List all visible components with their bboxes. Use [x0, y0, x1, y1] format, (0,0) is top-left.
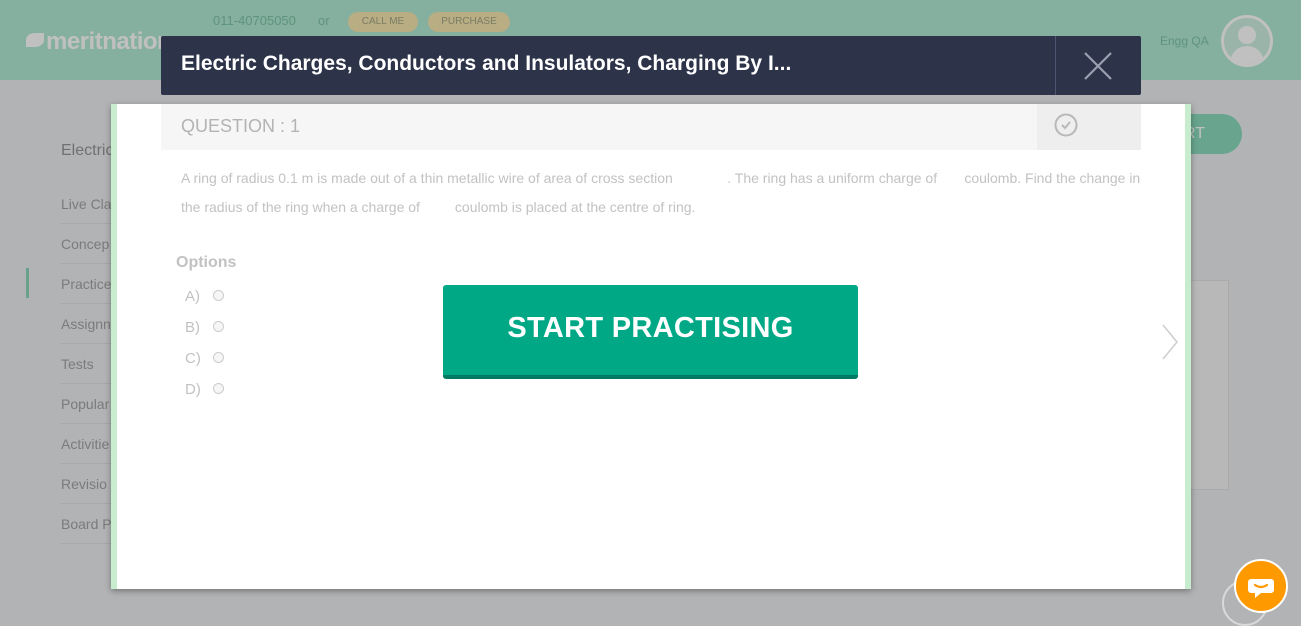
- question-header: QUESTION : 1: [161, 104, 1141, 150]
- option-label: A): [185, 288, 200, 305]
- close-icon: [1084, 52, 1112, 80]
- close-button[interactable]: [1056, 36, 1141, 95]
- radio-button[interactable]: [213, 290, 224, 301]
- option-b[interactable]: B): [185, 319, 224, 336]
- chevron-right-icon[interactable]: [1160, 322, 1180, 370]
- option-label: B): [185, 319, 200, 336]
- radio-button[interactable]: [213, 321, 224, 332]
- dialog-header: Electric Charges, Conductors and Insulat…: [161, 36, 1141, 95]
- option-label: D): [185, 381, 201, 398]
- option-c[interactable]: C): [185, 350, 224, 367]
- question-text: A ring of radius 0.1 m is made out of a …: [181, 170, 1145, 215]
- timer: [1037, 104, 1141, 150]
- chat-icon: [1248, 579, 1274, 598]
- option-d[interactable]: D): [185, 381, 224, 398]
- option-a[interactable]: A): [185, 288, 224, 305]
- question-number: QUESTION : 1: [181, 116, 301, 136]
- radio-button[interactable]: [213, 352, 224, 363]
- start-practising-button[interactable]: START PRACTISING: [443, 285, 858, 379]
- radio-button[interactable]: [213, 383, 224, 394]
- clock-icon: [1054, 113, 1078, 137]
- chat-button[interactable]: [1234, 559, 1288, 613]
- option-label: C): [185, 350, 201, 367]
- options-label: Options: [176, 254, 237, 271]
- dialog-title: Electric Charges, Conductors and Insulat…: [181, 52, 792, 75]
